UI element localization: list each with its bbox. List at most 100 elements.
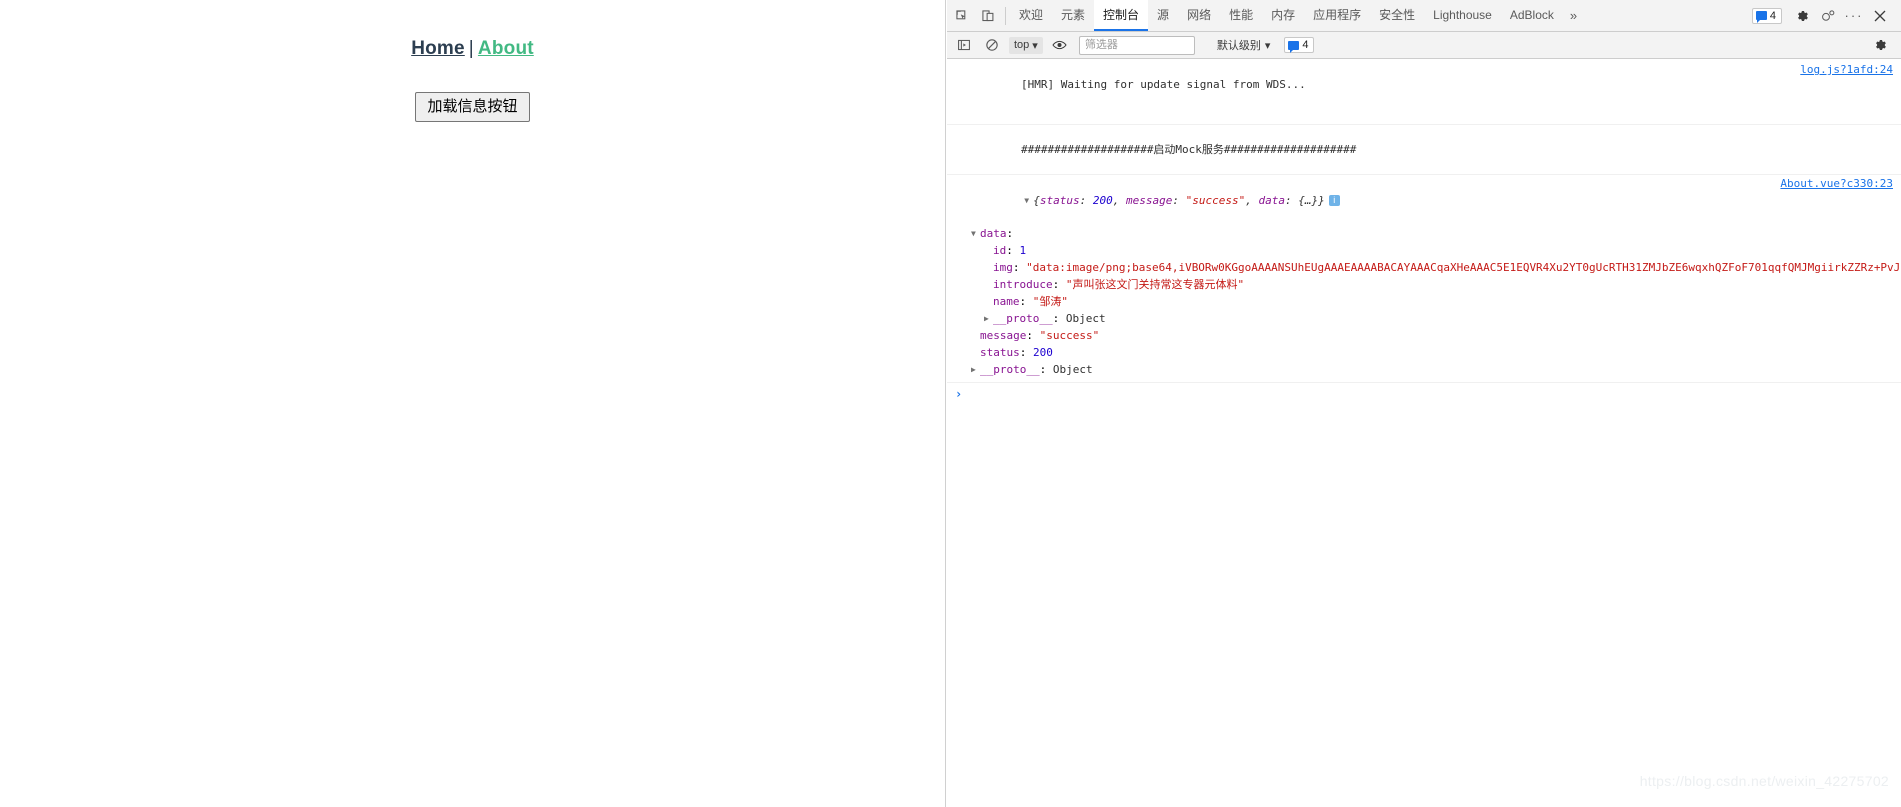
- load-info-button[interactable]: 加载信息按钮: [415, 92, 530, 122]
- console-object-message: About.vue?c330:23 {status: 200, message:…: [947, 175, 1901, 383]
- kebab-menu-icon[interactable]: ···: [1841, 3, 1867, 29]
- gear-icon[interactable]: [1867, 32, 1893, 58]
- object-value: 200: [1033, 346, 1053, 359]
- tab-console[interactable]: 控制台: [1094, 0, 1149, 31]
- nav-link-about[interactable]: About: [478, 38, 534, 59]
- tab-adblock[interactable]: AdBlock: [1501, 0, 1563, 31]
- inspect-element-icon[interactable]: [949, 3, 975, 29]
- load-button-container: 加载信息按钮: [0, 92, 945, 122]
- console-settings-container: [1867, 32, 1897, 58]
- console-message-row: ####################启动Mock服务############…: [947, 125, 1901, 175]
- nav-separator: |: [468, 38, 474, 59]
- close-icon[interactable]: [1867, 3, 1893, 29]
- disclosure-triangle-icon[interactable]: [971, 362, 980, 378]
- preview-close-brace: }: [1318, 194, 1325, 207]
- object-separator: :: [1006, 227, 1014, 240]
- tab-welcome[interactable]: 欢迎: [1010, 0, 1052, 31]
- object-separator: :: [1052, 312, 1066, 325]
- object-separator: :: [1006, 244, 1020, 257]
- screenshot-root: Home | About 加载信息按钮 欢迎 元素 控制台 源 网络 性能 内存 应…: [0, 0, 1901, 807]
- execution-context-label: top: [1014, 39, 1030, 51]
- object-separator: :: [1026, 329, 1040, 342]
- live-expression-icon[interactable]: [1047, 32, 1073, 58]
- device-toolbar-icon[interactable]: [975, 3, 1001, 29]
- console-sidebar-icon[interactable]: [951, 32, 977, 58]
- preview-value-data: {…}: [1298, 194, 1319, 207]
- devtools-tabbar-actions: 4 ···: [1751, 3, 1899, 29]
- web-page-pane: Home | About 加载信息按钮: [0, 0, 946, 807]
- preview-value-message: "success": [1185, 194, 1246, 207]
- object-value: 1: [1019, 244, 1027, 257]
- object-tree-row[interactable]: data:: [947, 226, 1901, 243]
- object-tree-row[interactable]: img: "data:image/png;base64,iVBORw0KGgoA…: [947, 260, 1901, 277]
- tabbar-overflow-button[interactable]: »: [1563, 8, 1584, 23]
- disclosure-triangle-icon[interactable]: [971, 226, 980, 242]
- devtools-tabbar: 欢迎 元素 控制台 源 网络 性能 内存 应用程序 安全性 Lighthouse…: [947, 0, 1901, 32]
- object-tree-row[interactable]: status: 200: [947, 345, 1901, 362]
- object-separator: :: [1019, 295, 1033, 308]
- customize-icon[interactable]: [1815, 3, 1841, 29]
- object-tree-row[interactable]: introduce: "声叫张这文门关持常这专器元体料": [947, 277, 1901, 294]
- preview-key-status: status: [1039, 194, 1080, 207]
- tab-sources[interactable]: 源: [1148, 0, 1178, 31]
- console-toolbar: top ▾ 默认级别 ▾ 4: [947, 32, 1901, 59]
- console-message-text: ####################启动Mock服务############…: [1020, 143, 1357, 156]
- gear-icon[interactable]: [1789, 3, 1815, 29]
- disclosure-triangle-icon[interactable]: [1024, 193, 1033, 209]
- tab-application[interactable]: 应用程序: [1304, 0, 1370, 31]
- object-key: status: [980, 346, 1020, 359]
- object-key: name: [993, 295, 1020, 308]
- chevron-down-icon: ▾: [1264, 39, 1271, 52]
- object-preview-line[interactable]: {status: 200, message: "success", data: …: [947, 177, 1901, 226]
- console-filter-input[interactable]: [1078, 35, 1195, 55]
- tab-performance[interactable]: 性能: [1220, 0, 1262, 31]
- tab-network[interactable]: 网络: [1178, 0, 1220, 31]
- preview-key-message: message: [1125, 194, 1173, 207]
- console-issues-count: 4: [1302, 39, 1309, 51]
- console-message-text: [HMR] Waiting for update signal from WDS…: [1020, 78, 1306, 91]
- object-tree-row[interactable]: id: 1: [947, 243, 1901, 260]
- disclosure-triangle-icon[interactable]: [984, 311, 993, 327]
- object-value: Object: [1065, 312, 1106, 325]
- object-separator: :: [1019, 346, 1033, 359]
- object-tree-row[interactable]: message: "success": [947, 328, 1901, 345]
- tab-security[interactable]: 安全性: [1370, 0, 1424, 31]
- console-messages[interactable]: [HMR] Waiting for update signal from WDS…: [947, 60, 1901, 807]
- chevron-down-icon: ▾: [1032, 39, 1038, 52]
- object-tree-row[interactable]: __proto__: Object: [947, 311, 1901, 328]
- object-key: __proto__: [980, 363, 1040, 376]
- object-key: img: [993, 261, 1013, 274]
- tab-memory[interactable]: 内存: [1262, 0, 1304, 31]
- tab-lighthouse[interactable]: Lighthouse: [1424, 0, 1501, 31]
- execution-context-select[interactable]: top ▾: [1009, 36, 1043, 54]
- object-key: data: [980, 227, 1007, 240]
- log-level-select[interactable]: 默认级别 ▾: [1213, 35, 1275, 55]
- object-value: "success": [1039, 329, 1100, 342]
- preview-colon: :: [1079, 194, 1093, 207]
- info-icon[interactable]: i: [1328, 195, 1340, 206]
- preview-comma: ,: [1112, 194, 1126, 207]
- issues-icon: [1288, 40, 1300, 53]
- object-tree: data:id: 1img: "data:image/png;base64,iV…: [947, 226, 1901, 379]
- console-source-link[interactable]: log.js?1afd:24: [1800, 62, 1893, 77]
- clear-console-icon[interactable]: [979, 32, 1005, 58]
- tab-elements[interactable]: 元素: [1052, 0, 1094, 31]
- object-separator: :: [1012, 261, 1027, 274]
- console-source-link[interactable]: About.vue?c330:23: [1780, 177, 1893, 190]
- object-tree-row[interactable]: name: "邹涛": [947, 294, 1901, 311]
- object-key: message: [980, 329, 1027, 342]
- console-prompt[interactable]: ›: [947, 383, 1901, 403]
- object-tree-row[interactable]: __proto__: Object: [947, 362, 1901, 379]
- nav-link-home[interactable]: Home: [411, 38, 465, 59]
- object-key: introduce: [993, 278, 1053, 291]
- log-level-label: 默认级别: [1216, 40, 1261, 52]
- site-nav: Home | About: [0, 0, 945, 60]
- console-issues-badge[interactable]: 4: [1284, 37, 1315, 53]
- issues-badge[interactable]: 4: [1751, 7, 1782, 24]
- object-value: Object: [1052, 363, 1093, 376]
